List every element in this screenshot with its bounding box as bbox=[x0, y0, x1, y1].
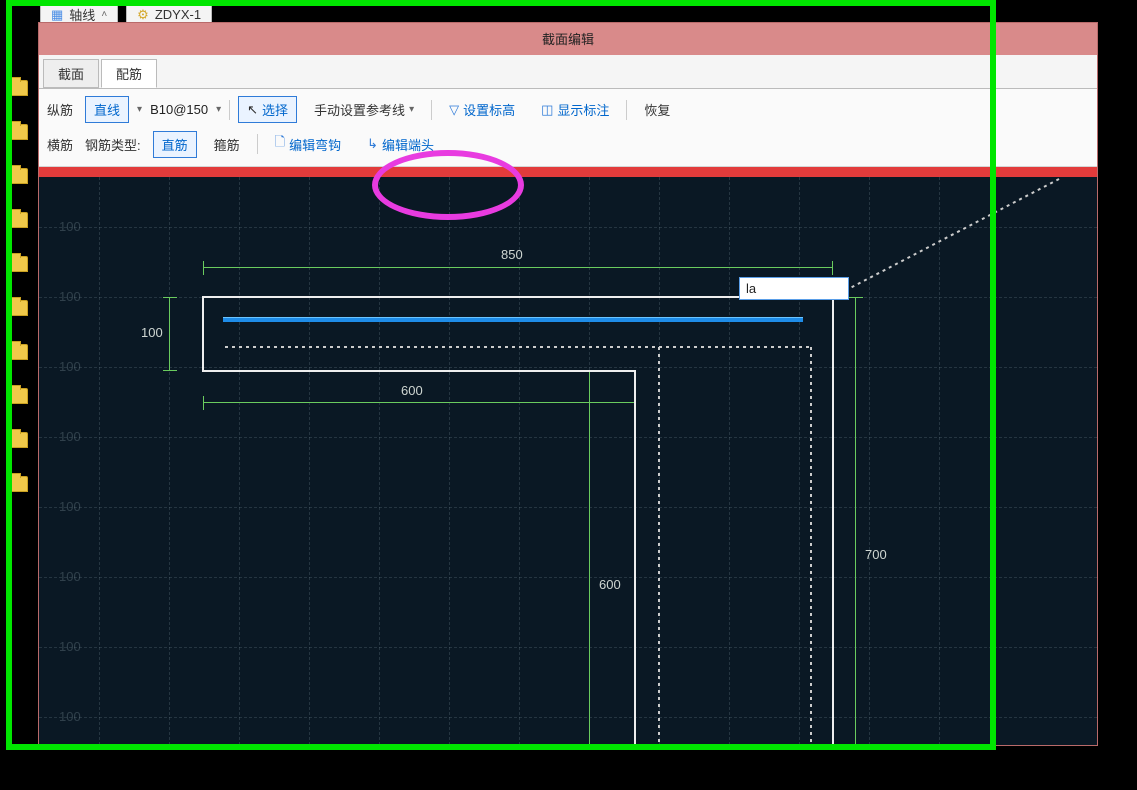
dropdown-caret-icon[interactable]: ▾ bbox=[216, 104, 221, 115]
grid-ruler-label: 100 bbox=[59, 359, 81, 374]
restore-label: 恢复 bbox=[644, 100, 670, 119]
folder-icon[interactable] bbox=[8, 388, 28, 404]
dialog-titlebar[interactable]: 截面编辑 bbox=[39, 23, 1097, 55]
pointer-icon: ↖ bbox=[247, 102, 258, 118]
restore-button[interactable]: 恢复 bbox=[635, 96, 679, 123]
folder-icon[interactable] bbox=[8, 168, 28, 184]
gear-icon: ⚙ bbox=[137, 7, 149, 23]
folder-icon[interactable] bbox=[8, 256, 28, 272]
bg-tab-zdyx-label: ZDYX-1 bbox=[155, 7, 201, 22]
dropdown-caret-icon: ▾ bbox=[409, 104, 414, 115]
folder-icon[interactable] bbox=[8, 124, 28, 140]
tab-rebar-label: 配筋 bbox=[116, 67, 142, 82]
dimension-600h bbox=[203, 402, 635, 403]
section-editor-dialog: 截面编辑 截面 配筋 纵筋 直线 ▾ B10@150 ▾ ↖ 选择 手动设置参考… bbox=[38, 22, 1098, 746]
row2-label: 横筋 bbox=[47, 135, 73, 154]
separator bbox=[229, 100, 230, 120]
drawing-canvas[interactable]: 100 100 100 100 100 100 100 100 850 100 … bbox=[39, 177, 1097, 745]
dimension-100-label: 100 bbox=[139, 325, 165, 340]
rebar-type-label: 钢筋类型: bbox=[85, 135, 141, 154]
edit-end-button[interactable]: ↳ 编辑端头 bbox=[358, 131, 443, 158]
toolbar-row-2: 横筋 钢筋类型: 直筋 箍筋 🗋 编辑弯钩 ↳ 编辑端头 bbox=[45, 126, 1091, 162]
folder-icon[interactable] bbox=[8, 344, 28, 360]
dialog-title: 截面编辑 bbox=[542, 32, 594, 47]
grid-ruler-label: 100 bbox=[59, 709, 81, 724]
select-label: 选择 bbox=[262, 100, 288, 119]
manual-refline-label: 手动设置参考线 bbox=[314, 100, 405, 119]
tab-section[interactable]: 截面 bbox=[43, 59, 99, 88]
dropdown-caret-icon[interactable]: ▾ bbox=[137, 104, 142, 115]
set-elevation-button[interactable]: ▽ 设置标高 bbox=[440, 96, 524, 123]
grid-ruler-label: 100 bbox=[59, 569, 81, 584]
dimension-600h-label: 600 bbox=[399, 383, 425, 398]
set-elevation-label: 设置标高 bbox=[463, 100, 515, 119]
folder-icon[interactable] bbox=[8, 300, 28, 316]
dialog-tab-strip: 截面 配筋 bbox=[39, 55, 1097, 89]
stirrup-button[interactable]: 箍筋 bbox=[205, 131, 249, 158]
folder-icon[interactable] bbox=[8, 476, 28, 492]
separator bbox=[626, 100, 627, 120]
edit-hook-label: 编辑弯钩 bbox=[289, 135, 341, 154]
select-button[interactable]: ↖ 选择 bbox=[238, 96, 297, 123]
straight-rebar-button[interactable]: 直筋 bbox=[153, 131, 197, 158]
show-dimension-label: 显示标注 bbox=[557, 100, 609, 119]
dimension-600v-label: 600 bbox=[597, 577, 623, 592]
stirrup-label: 箍筋 bbox=[214, 135, 240, 154]
dimension-icon: ◫ bbox=[541, 102, 553, 118]
caret-up-icon: ˄ bbox=[101, 9, 107, 20]
edit-hook-button[interactable]: 🗋 编辑弯钩 bbox=[266, 129, 350, 159]
grid-ruler-label: 100 bbox=[59, 219, 81, 234]
left-folder-strip bbox=[8, 80, 32, 520]
folder-icon[interactable] bbox=[8, 80, 28, 96]
canvas-container: 100 100 100 100 100 100 100 100 850 100 … bbox=[39, 167, 1097, 745]
dimension-100 bbox=[169, 297, 170, 371]
rebar-line[interactable] bbox=[223, 317, 803, 322]
grid-ruler-label: 100 bbox=[59, 289, 81, 304]
dimension-850 bbox=[203, 267, 833, 268]
toolbar-row-1: 纵筋 直线 ▾ B10@150 ▾ ↖ 选择 手动设置参考线 ▾ ▽ 设置标高 … bbox=[45, 93, 1091, 126]
separator bbox=[431, 100, 432, 120]
separator bbox=[257, 134, 258, 154]
manual-refline-button[interactable]: 手动设置参考线 ▾ bbox=[305, 96, 423, 123]
grid-icon: ▦ bbox=[51, 7, 63, 23]
folder-icon[interactable] bbox=[8, 432, 28, 448]
tab-section-label: 截面 bbox=[58, 67, 84, 82]
document-icon: 🗋 bbox=[275, 133, 285, 155]
line-type-button[interactable]: 直线 bbox=[85, 96, 129, 123]
tab-rebar[interactable]: 配筋 bbox=[101, 59, 157, 88]
grid-ruler-label: 100 bbox=[59, 499, 81, 514]
arrow-end-icon: ↳ bbox=[367, 136, 378, 152]
rebar-toolbar: 纵筋 直线 ▾ B10@150 ▾ ↖ 选择 手动设置参考线 ▾ ▽ 设置标高 … bbox=[39, 89, 1097, 167]
line-type-label: 直线 bbox=[94, 100, 120, 119]
rebar-length-input[interactable] bbox=[739, 277, 849, 300]
folder-icon[interactable] bbox=[8, 212, 28, 228]
dimension-600v bbox=[589, 371, 590, 745]
grid-ruler-label: 100 bbox=[59, 639, 81, 654]
dimension-700 bbox=[855, 297, 856, 745]
grid-ruler-label: 100 bbox=[59, 429, 81, 444]
edit-end-label: 编辑端头 bbox=[382, 135, 434, 154]
dimension-700-label: 700 bbox=[863, 547, 889, 562]
elevation-icon: ▽ bbox=[449, 102, 459, 118]
dimension-850-label: 850 bbox=[499, 247, 525, 262]
straight-rebar-label: 直筋 bbox=[162, 135, 188, 154]
show-dimension-button[interactable]: ◫ 显示标注 bbox=[532, 96, 618, 123]
canvas-red-divider bbox=[39, 167, 1097, 177]
rebar-spec-display[interactable]: B10@150 bbox=[150, 102, 208, 117]
row1-label: 纵筋 bbox=[47, 100, 73, 119]
